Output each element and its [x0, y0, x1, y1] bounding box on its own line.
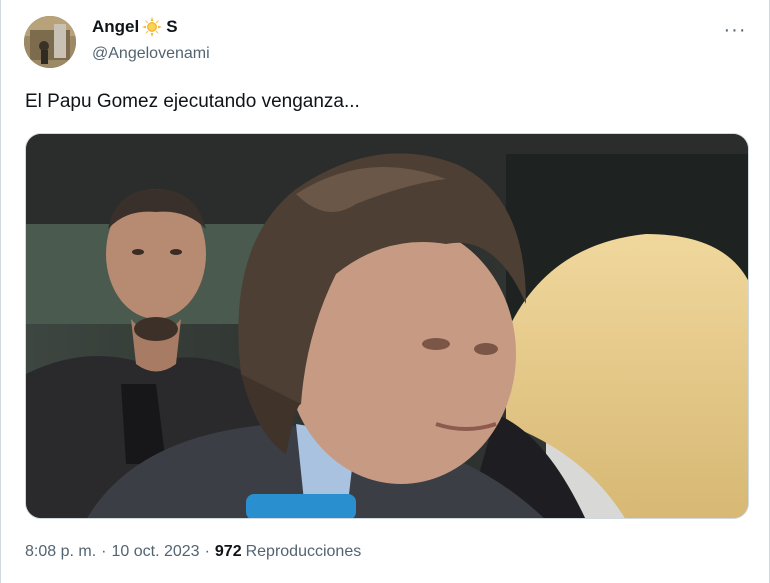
meta-separator-2: · [204, 543, 210, 560]
more-horizontal-icon: ··· [723, 18, 747, 41]
display-name[interactable]: Angel [92, 17, 139, 37]
views-label: Reproducciones [245, 543, 362, 560]
tweet-media[interactable] [25, 133, 749, 519]
tweet-date[interactable]: 10 oct. 2023 [111, 543, 199, 561]
tweet-text: El Papu Gomez ejecutando venganza... [25, 91, 360, 112]
more-options-button[interactable]: ··· [721, 18, 749, 42]
tweet-card: Angel S @Angelovenami ··· El Papu Gomez … [0, 0, 770, 583]
tweet-time[interactable]: 8:08 p. m. [25, 543, 96, 561]
avatar-image [24, 16, 76, 68]
author-handle[interactable]: @Angelovenami [92, 45, 210, 63]
avatar[interactable] [24, 16, 76, 68]
tweet-meta: 8:08 p. m. · 10 oct. 2023 · 972 Reproduc… [25, 543, 361, 561]
sun-icon [142, 17, 163, 37]
media-image [26, 134, 748, 518]
views-count: 972 [214, 543, 242, 560]
display-name-suffix[interactable]: S [166, 17, 177, 37]
author-name-row[interactable]: Angel S [92, 17, 178, 37]
meta-separator: · [101, 543, 107, 560]
